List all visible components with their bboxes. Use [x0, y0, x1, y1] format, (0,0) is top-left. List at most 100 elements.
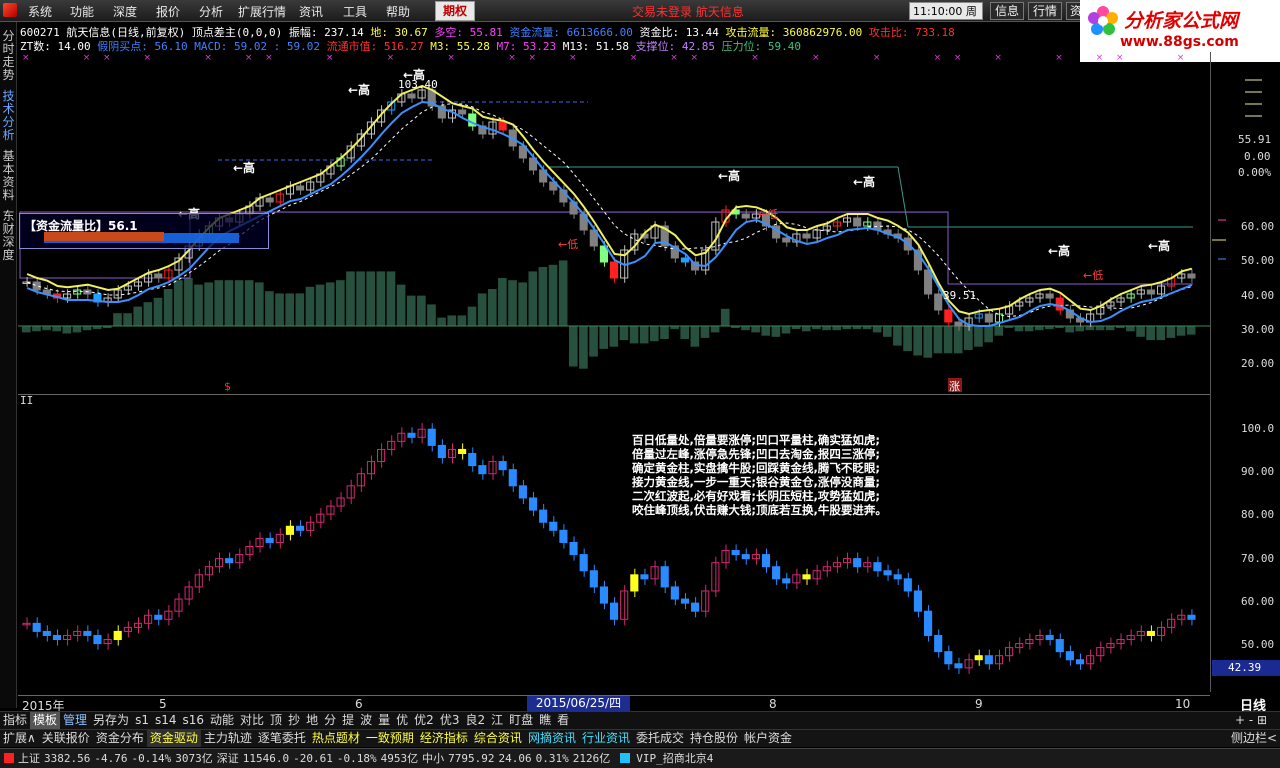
tab-intraday[interactable]: 分时走势 — [1, 30, 16, 82]
menu-depth[interactable]: 深度 — [113, 3, 137, 20]
toolbar-item[interactable]: 地 — [303, 712, 321, 729]
date-label-june: 6 — [355, 697, 363, 711]
macd-bar — [1126, 326, 1135, 332]
main-candle-body — [1187, 273, 1196, 279]
app-icon[interactable] — [3, 3, 17, 17]
menu-help[interactable]: 帮助 — [386, 3, 410, 20]
bottom-tab[interactable]: 行业资讯 — [579, 730, 633, 747]
macd-bar — [406, 295, 416, 326]
main-candle-body — [610, 261, 619, 279]
toolbar-item[interactable]: 量 — [375, 712, 393, 729]
signal-marker: × — [751, 53, 759, 63]
menu-quote[interactable]: 报价 — [156, 3, 180, 20]
macd-bar — [1065, 326, 1074, 333]
index-percent: 0.31% — [535, 752, 569, 765]
toolbar-item[interactable]: 优3 — [437, 712, 463, 729]
bottom-tab[interactable]: 关联报价 — [39, 730, 93, 747]
toolbar-item[interactable]: 良2 — [462, 712, 488, 729]
bottom-tab[interactable]: 经济指标 — [417, 730, 471, 747]
macd-bar — [82, 326, 92, 331]
main-candle-body — [1045, 293, 1054, 299]
menu-function[interactable]: 功能 — [70, 3, 94, 20]
lower-candle-body — [437, 444, 446, 459]
macd-bar — [568, 326, 578, 367]
main-candle-body — [265, 197, 274, 203]
menu-news[interactable]: 资讯 — [299, 3, 323, 20]
toolbar-item[interactable]: s16 — [179, 712, 207, 729]
toolbar-item[interactable]: 波 — [357, 712, 375, 729]
axis-main-20: 20.00 — [1241, 357, 1275, 370]
menu-analysis[interactable]: 分析 — [199, 3, 223, 20]
toolbar-item[interactable]: s1 — [132, 712, 152, 729]
macd-bar — [417, 295, 426, 326]
lower-candle-body — [934, 634, 943, 653]
bottom-tab[interactable]: 帐户资金 — [741, 730, 795, 747]
lower-pane-label: II — [20, 394, 33, 407]
axis-upper-1: 55.91 — [1238, 133, 1272, 146]
menu-extended-market[interactable]: 扩展行情 — [238, 3, 286, 20]
toolbar-item[interactable]: 江 — [488, 712, 506, 729]
toolbar-item[interactable]: 抄 — [285, 712, 303, 729]
sidebar-toggle[interactable]: 侧边栏< — [1228, 730, 1280, 747]
lower-candle-body — [225, 558, 234, 564]
macd-bar — [771, 326, 781, 337]
macd-bar — [1156, 326, 1166, 341]
macd-bar — [761, 326, 771, 336]
bottom-tab[interactable]: 扩展∧ — [0, 730, 39, 747]
macd-bar — [285, 293, 294, 326]
account-label: VIP_招商北京4 — [636, 752, 714, 765]
info-button[interactable]: 信息 — [990, 2, 1024, 20]
flower-logo-icon — [1088, 6, 1118, 35]
signal-marker: × — [569, 53, 577, 63]
options-tab[interactable]: 期权 — [435, 1, 475, 21]
bottom-tab[interactable]: 一致预期 — [363, 730, 417, 747]
toolbar-item[interactable]: 优2 — [411, 712, 437, 729]
toolbar-item[interactable]: 动能 — [207, 712, 237, 729]
bottom-tab[interactable]: 持仓股份 — [687, 730, 741, 747]
toolbar-item[interactable]: 分 — [321, 712, 339, 729]
lower-candle-body — [924, 610, 933, 636]
bottom-tab[interactable]: 逐笔委托 — [255, 730, 309, 747]
tab-eastmoney-depth[interactable]: 东财深度 — [1, 210, 16, 262]
toolbar-item[interactable]: 另存为 — [90, 712, 132, 729]
lower-candle-body — [1146, 630, 1155, 636]
bottom-tab[interactable]: 委托成交 — [633, 730, 687, 747]
high-signal-label: ←高 — [1048, 243, 1070, 258]
lower-candle-body — [883, 570, 892, 576]
high-signal-label: ←高 — [233, 160, 255, 175]
lower-candle-body — [903, 578, 912, 592]
toolbar-item[interactable]: 看 — [554, 712, 572, 729]
lower-candle-chart[interactable]: II — [18, 394, 1210, 694]
toolbar-item[interactable]: 瞧 — [536, 712, 554, 729]
bottom-tab[interactable]: 资金驱动 — [146, 730, 201, 747]
zoom-controls[interactable]: + - ⊞ — [1232, 712, 1270, 729]
bottom-tab[interactable]: 资金分布 — [93, 730, 147, 747]
index-change: -4.76 — [94, 752, 128, 765]
tab-fundamentals[interactable]: 基本资料 — [1, 150, 16, 202]
bottom-tab[interactable]: 网摘资讯 — [525, 730, 579, 747]
macd-bar — [1075, 326, 1085, 332]
ma-line-yellow — [26, 84, 1193, 316]
toolbar-item[interactable]: s14 — [152, 712, 180, 729]
macd-bar — [204, 282, 213, 326]
macd-bar — [356, 271, 365, 326]
menu-system[interactable]: 系统 — [28, 3, 52, 20]
bottom-tab[interactable]: 主力轨迹 — [201, 730, 255, 747]
toolbar-item[interactable]: 指标 — [0, 712, 30, 729]
bottom-tab[interactable]: 热点题材 — [309, 730, 363, 747]
tab-technical-analysis[interactable]: 技术分析 — [1, 90, 16, 142]
index-volume: 2126亿 — [572, 752, 611, 765]
toolbar-item[interactable]: 提 — [339, 712, 357, 729]
bottom-tab[interactable]: 综合资讯 — [471, 730, 525, 747]
toolbar-item[interactable]: 盯盘 — [506, 712, 536, 729]
menu-tools[interactable]: 工具 — [343, 3, 367, 20]
axis-main-50: 50.00 — [1241, 254, 1275, 267]
toolbar-item[interactable]: 模板 — [30, 712, 61, 729]
macd-bar — [528, 271, 538, 326]
toolbar-item[interactable]: 顶 — [267, 712, 285, 729]
macd-bar — [295, 293, 305, 326]
toolbar-item[interactable]: 优 — [393, 712, 411, 729]
toolbar-item[interactable]: 对比 — [237, 712, 267, 729]
toolbar-item[interactable]: 管理 — [60, 712, 90, 729]
market-button[interactable]: 行情 — [1028, 2, 1062, 20]
